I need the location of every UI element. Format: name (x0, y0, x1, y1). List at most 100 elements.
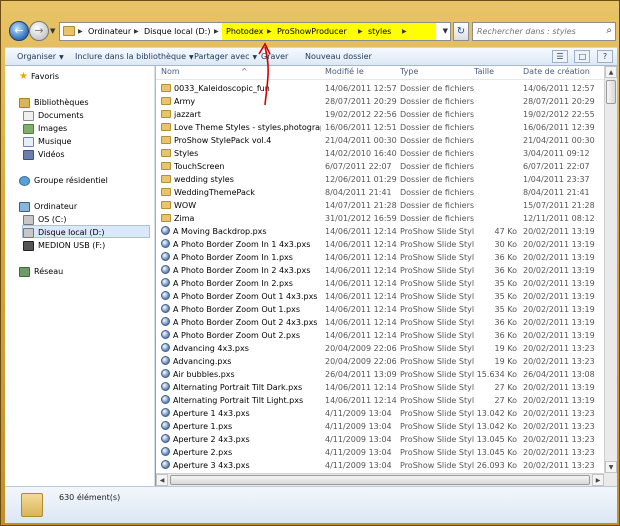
nav-images[interactable]: Images (23, 122, 67, 135)
file-row[interactable]: WeddingThemePack 8/04/2011 21:41 Dossier d… (156, 186, 604, 199)
organize-button[interactable]: Organiser ▼ (17, 48, 64, 66)
file-row[interactable]: A Photo Border Zoom In 1.pxs 14/06/2011 1… (156, 251, 604, 264)
file-row[interactable]: A Photo Border Zoom In 1 4x3.pxs 14/06/20… (156, 238, 604, 251)
file-row[interactable]: Zima 31/01/2012 16:59 Dossier de fichiers 1… (156, 212, 604, 225)
file-size: 19 Ko (494, 344, 517, 353)
scroll-down-icon[interactable]: ▼ (605, 461, 617, 473)
vertical-scrollbar[interactable]: ▲ ▼ (604, 66, 617, 473)
file-row[interactable]: A Moving Backdrop.pxs 14/06/2011 12:14 Pro… (156, 225, 604, 238)
file-row[interactable]: wedding styles 12/06/2011 01:29 Dossier de… (156, 173, 604, 186)
file-row[interactable]: Styles 14/02/2010 16:40 Dossier de fichier… (156, 147, 604, 160)
file-created: 20/02/2011 13:23 (523, 461, 595, 470)
file-row[interactable]: TouchScreen 6/07/2011 22:07 Dossier de fic… (156, 160, 604, 173)
file-row[interactable]: Aperture 2.pxs 4/11/2009 13:04 ProShow Sli… (156, 446, 604, 459)
file-name-text: Aperture 3 4x3.pxs (173, 461, 250, 470)
breadcrumb-proshowproducer[interactable]: ProShowProducer (275, 23, 349, 40)
file-row[interactable]: ProShow StylePack vol.4 21/04/2011 00:30 D… (156, 134, 604, 147)
vertical-scroll-thumb[interactable] (606, 80, 616, 104)
scroll-left-icon[interactable]: ◀ (156, 474, 168, 486)
include-library-button[interactable]: Inclure dans la bibliothèque ▼ (75, 48, 194, 66)
file-row[interactable]: A Photo Border Zoom Out 2 4x3.pxs 14/06/2… (156, 316, 604, 329)
library-icon (19, 97, 30, 108)
column-name[interactable]: Nom (161, 67, 180, 76)
scroll-up-icon[interactable]: ▲ (605, 66, 617, 78)
search-input[interactable] (473, 23, 597, 40)
scroll-right-icon[interactable]: ▶ (592, 474, 604, 486)
file-modified: 19/02/2012 22:56 (325, 110, 397, 119)
column-header-row: ^ Nom Modifié le Type Taille Date de cré… (156, 66, 604, 80)
nav-label: OS (C:) (38, 215, 67, 224)
file-row[interactable]: A Photo Border Zoom In 2 4x3.pxs 14/06/20… (156, 264, 604, 277)
column-size[interactable]: Taille (474, 67, 494, 76)
file-row[interactable]: Alternating Portrait Tilt Dark.pxs 14/06/… (156, 381, 604, 394)
file-created: 20/02/2011 13:19 (523, 331, 595, 340)
nav-music[interactable]: Musique (23, 135, 71, 148)
nav-computer[interactable]: Ordinateur (19, 200, 77, 213)
nav-videos[interactable]: Vidéos (23, 148, 65, 161)
file-row[interactable]: A Photo Border Zoom Out 1.pxs 14/06/2011 … (156, 303, 604, 316)
file-name: A Photo Border Zoom In 2.pxs (161, 277, 321, 290)
file-row[interactable]: Aperture 1 4x3.pxs 4/11/2009 13:04 ProShow… (156, 407, 604, 420)
file-name-text: Love Theme Styles - styles.photographad.… (174, 123, 321, 132)
file-created: 20/02/2011 13:19 (523, 396, 595, 405)
breadcrumb-photodex[interactable]: Photodex (224, 23, 265, 40)
file-row[interactable]: WOW 14/07/2011 21:28 Dossier de fichiers 15… (156, 199, 604, 212)
nav-favorites[interactable]: ★ Favoris (19, 70, 59, 83)
file-name-text: WOW (174, 201, 197, 210)
file-row[interactable]: Advancing 4x3.pxs 20/04/2009 22:06 ProShow… (156, 342, 604, 355)
address-dropdown-icon[interactable]: ▼ (443, 23, 448, 40)
horizontal-scroll-thumb[interactable] (170, 475, 590, 485)
file-row[interactable]: Advancing.pxs 20/04/2009 22:06 ProShow Sli… (156, 355, 604, 368)
search-box[interactable]: ⌕ (472, 22, 616, 41)
breadcrumb-styles[interactable]: styles (366, 23, 393, 40)
file-type: ProShow Slide Style (400, 435, 474, 444)
nav-homegroup[interactable]: Groupe résidentiel (19, 174, 108, 187)
new-folder-button[interactable]: Nouveau dossier (305, 48, 372, 66)
breadcrumb-local-disk[interactable]: Disque local (D:) (142, 23, 212, 40)
file-row[interactable]: Alternating Portrait Tilt Light.pxs 14/06… (156, 394, 604, 407)
file-type: ProShow Slide Style (400, 331, 474, 340)
nav-network[interactable]: Réseau (19, 265, 63, 278)
file-type: ProShow Slide Style (400, 357, 474, 366)
file-created: 20/02/2011 13:23 (523, 357, 595, 366)
file-row[interactable]: Love Theme Styles - styles.photographad.… (156, 121, 604, 134)
forward-button[interactable]: → (29, 21, 49, 41)
file-row[interactable]: A Photo Border Zoom In 2.pxs 14/06/2011 1… (156, 277, 604, 290)
file-size: 36 Ko (494, 318, 517, 327)
breadcrumb-computer[interactable]: Ordinateur (86, 23, 133, 40)
horizontal-scrollbar[interactable]: ◀ ▶ (156, 473, 604, 486)
search-icon[interactable]: ⌕ (606, 25, 612, 36)
usb-drive-icon (23, 240, 34, 251)
nav-documents[interactable]: Documents (23, 109, 84, 122)
column-modified[interactable]: Modifié le (325, 67, 364, 76)
nav-libraries[interactable]: Bibliothèques (19, 96, 89, 109)
file-type: ProShow Slide Style (400, 448, 474, 457)
file-row[interactable]: A Photo Border Zoom Out 1 4x3.pxs 14/06/2… (156, 290, 604, 303)
proshow-style-icon (161, 434, 170, 443)
view-controls: ☰ □ ? (548, 50, 613, 64)
help-icon[interactable]: ? (597, 50, 613, 63)
file-row[interactable]: Aperture 1.pxs 4/11/2009 13:04 ProShow Sli… (156, 420, 604, 433)
file-row[interactable]: Aperture 2 4x3.pxs 4/11/2009 13:04 ProShow… (156, 433, 604, 446)
file-row[interactable]: jazzart 19/02/2012 22:56 Dossier de fichie… (156, 108, 604, 121)
file-name: Alternating Portrait Tilt Light.pxs (161, 394, 321, 407)
file-modified: 14/07/2011 21:28 (325, 201, 397, 210)
nav-drive-d[interactable]: Disque local (D:) (22, 225, 150, 238)
nav-drive-f[interactable]: MEDION USB (F:) (23, 239, 105, 252)
file-row[interactable]: A Photo Border Zoom Out 2.pxs 14/06/2011 … (156, 329, 604, 342)
back-button[interactable]: ← (9, 21, 29, 41)
refresh-button[interactable]: ↻ (453, 22, 469, 41)
file-row[interactable]: Aperture 3 4x3.pxs 4/11/2009 13:04 ProShow… (156, 459, 604, 472)
file-name-text: A Photo Border Zoom In 1.pxs (173, 253, 293, 262)
share-button[interactable]: Partager avec ▼ (194, 48, 257, 66)
column-created[interactable]: Date de création (523, 67, 590, 76)
file-row[interactable]: Air bubbles.pxs 26/04/2011 13:09 ProShow S… (156, 368, 604, 381)
view-options-icon[interactable]: ☰ (551, 50, 568, 63)
file-row[interactable]: Army 28/07/2011 20:29 Dossier de fichiers 2… (156, 95, 604, 108)
column-type[interactable]: Type (400, 67, 418, 76)
file-type: Dossier de fichiers (400, 110, 474, 119)
history-dropdown-icon[interactable]: ▼ (50, 27, 55, 35)
preview-pane-icon[interactable]: □ (574, 50, 591, 63)
file-modified: 14/06/2011 12:57 (325, 84, 397, 93)
file-row[interactable]: 0033_Kaleidoscopic_fun 14/06/2011 12:57 Do… (156, 82, 604, 95)
